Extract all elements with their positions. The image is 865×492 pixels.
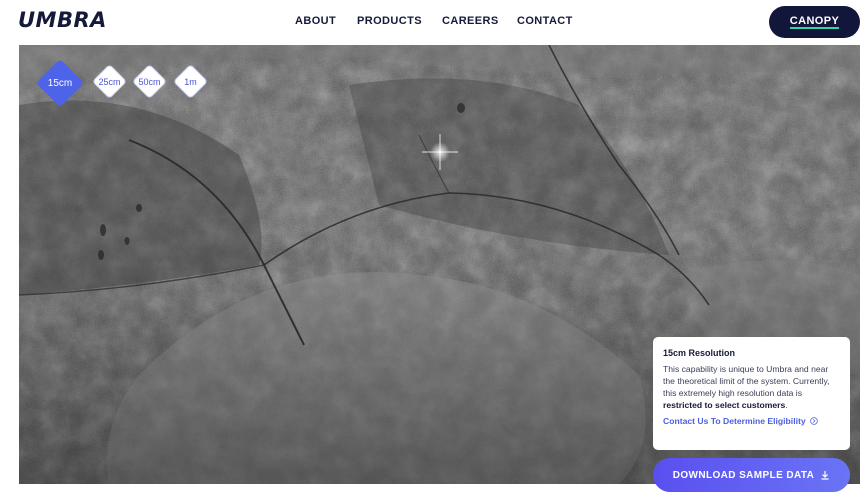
resolution-15cm-option[interactable]: 15cm (35, 58, 85, 108)
download-button-label: DOWNLOAD SAMPLE DATA (672, 469, 815, 481)
download-sample-data-button[interactable]: DOWNLOAD SAMPLE DATA (653, 458, 850, 492)
canopy-button-label: CANOPY (789, 15, 840, 29)
resolution-1m-label: 1m (184, 76, 197, 87)
contact-eligibility-link[interactable]: Contact Us To Determine Eligibility (663, 416, 840, 426)
resolution-15cm-label: 15cm (47, 77, 73, 89)
resolution-25cm-option[interactable]: 25cm (91, 63, 128, 100)
info-card-title: 15cm Resolution (663, 348, 736, 358)
nav-about[interactable]: ABOUT (295, 15, 336, 27)
nav-careers[interactable]: CAREERS (442, 15, 499, 27)
nav-products[interactable]: PRODUCTS (357, 15, 422, 27)
nav-contact[interactable]: CONTACT (517, 15, 573, 27)
info-card-body-bold: restricted to select customers (663, 400, 786, 410)
info-card-body: This capability is unique to Umbra and n… (663, 363, 840, 411)
info-card-body-text: This capability is unique to Umbra and n… (663, 364, 830, 398)
site-header: UMBRA ABOUT PRODUCTS CAREERS CONTACT CAN… (0, 0, 865, 45)
resolution-1m-option[interactable]: 1m (172, 63, 209, 100)
info-card-body-end: . (785, 400, 788, 410)
resolution-25cm-label: 25cm (98, 76, 121, 87)
download-icon (821, 471, 829, 480)
resolution-50cm-label: 50cm (138, 76, 161, 87)
umbra-logo[interactable]: UMBRA (18, 8, 107, 32)
resolution-info-card: 15cm Resolution This capability is uniqu… (653, 337, 850, 450)
resolution-50cm-option[interactable]: 50cm (131, 63, 168, 100)
contact-eligibility-link-label: Contact Us To Determine Eligibility (663, 416, 806, 426)
canopy-button[interactable]: CANOPY (769, 6, 860, 38)
arrow-circle-icon (810, 417, 818, 425)
